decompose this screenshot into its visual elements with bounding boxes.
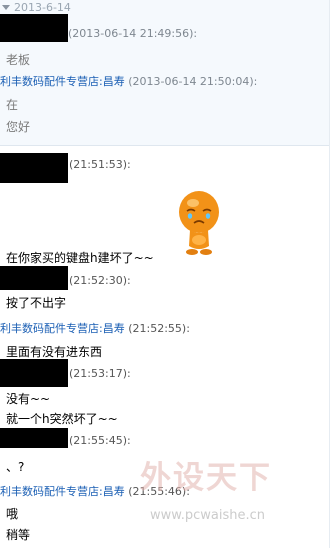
message-text: 里面有没有进东西 xyxy=(6,345,103,359)
message-text: 您好 xyxy=(6,120,31,134)
redacted-username xyxy=(0,428,68,448)
redacted-username xyxy=(0,266,68,290)
message-text: 、? xyxy=(6,460,25,474)
date-label: 2013-6-14 xyxy=(14,0,71,14)
message-text: 在你家买的键盘h建坏了~~ xyxy=(6,251,154,265)
sender-name: 利丰数码配件专营店:昌寿 xyxy=(0,75,125,88)
history-divider xyxy=(0,145,330,146)
chat-history-panel: 2013-6-14 (2013-06-14 21:49:56): 老板 利丰数码… xyxy=(0,0,330,548)
sender-name: 利丰数码配件专营店:昌寿 xyxy=(0,322,125,335)
message-timestamp: (21:52:30): xyxy=(69,274,131,287)
sender-name: 利丰数码配件专营店:昌寿 xyxy=(0,485,125,498)
collapse-triangle-icon[interactable] xyxy=(2,4,10,10)
message-text: 哦 xyxy=(6,507,19,521)
message-header: 利丰数码配件专营店:昌寿 (21:52:55): xyxy=(0,320,190,336)
message-text: 就一个h突然坏了~~ xyxy=(6,412,118,426)
message-timestamp: (21:52:55): xyxy=(128,322,190,335)
message-text: 老板 xyxy=(6,53,31,67)
watermark-logo-text: 外设天下 xyxy=(140,460,272,496)
message-timestamp: (21:51:53): xyxy=(69,158,131,171)
sad-pleading-mascot-icon xyxy=(179,191,219,255)
message-timestamp: (21:55:45): xyxy=(69,434,131,447)
message-text: 在 xyxy=(6,98,19,112)
message-timestamp: (21:53:17): xyxy=(69,367,131,380)
watermark-url: www.pcwaishe.cn xyxy=(150,508,265,523)
message-text: 按了不出字 xyxy=(6,296,67,310)
redacted-username xyxy=(0,14,68,42)
redacted-username xyxy=(0,153,68,183)
message-text: 稍等 xyxy=(6,528,31,542)
redacted-username xyxy=(0,359,68,387)
date-group-header[interactable]: 2013-6-14 xyxy=(0,0,71,14)
message-timestamp: (2013-06-14 21:50:04): xyxy=(128,75,258,88)
message-timestamp: (2013-06-14 21:49:56): xyxy=(68,27,198,40)
message-text: 没有~~ xyxy=(6,392,51,406)
message-header: 利丰数码配件专营店:昌寿 (2013-06-14 21:50:04): xyxy=(0,73,257,89)
